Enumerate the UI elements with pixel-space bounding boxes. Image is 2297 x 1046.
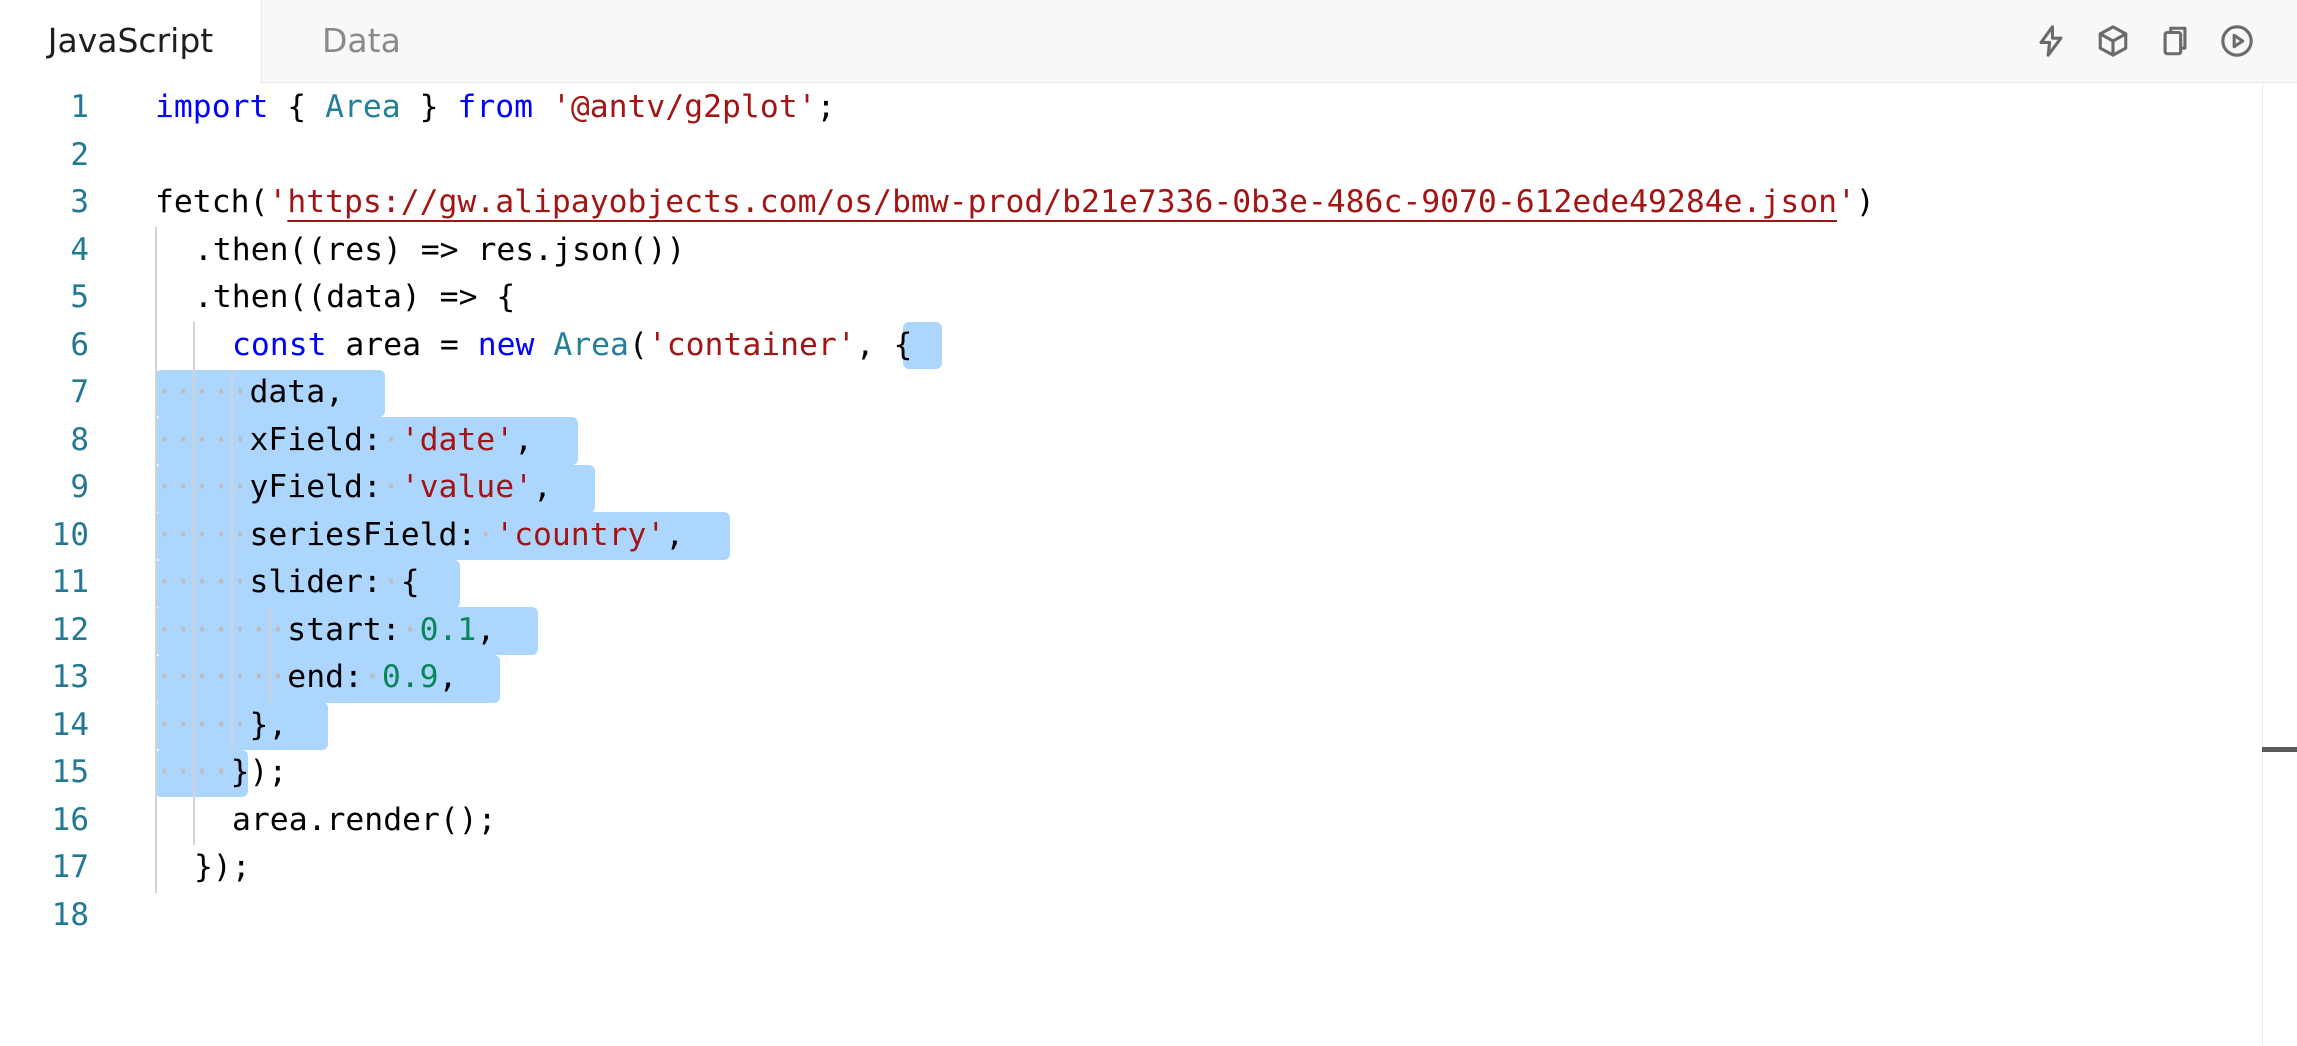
line-number: 17: [51, 849, 89, 885]
minimap-border: [2262, 84, 2263, 1046]
line-number: 8: [70, 421, 89, 458]
code-line: ·······end:·0.9,: [155, 659, 458, 695]
toolbar-actions: [2031, 18, 2257, 64]
line-number: 9: [70, 469, 89, 505]
editor-tab-bar: JavaScript Data: [0, 0, 2297, 84]
code-line: ·······start:·0.1,: [155, 611, 496, 648]
tab-javascript[interactable]: JavaScript: [0, 0, 262, 84]
line-number: 18: [51, 896, 89, 933]
scrollbar-marker[interactable]: [2262, 747, 2297, 752]
line-number: 2: [70, 136, 89, 173]
line-number: 10: [51, 516, 89, 553]
code-line: });: [194, 849, 251, 885]
line-number: 12: [51, 611, 89, 648]
line-number: 3: [70, 184, 89, 220]
play-icon[interactable]: [2217, 18, 2257, 64]
code-line: .then((res) => res.json()): [194, 231, 686, 268]
code-line: ····});: [155, 754, 288, 790]
tab-data[interactable]: Data: [322, 0, 401, 83]
url-link[interactable]: https://gw.alipayobjects.com/os/bmw-prod…: [287, 184, 1837, 220]
code-line: area.render();: [232, 801, 497, 838]
line-number: 16: [51, 801, 89, 838]
code-line: .then((data) => {: [194, 279, 516, 315]
line-number: 13: [51, 659, 89, 695]
code-line: const area = new Area('container', {: [232, 326, 913, 363]
line-number: 14: [51, 706, 89, 743]
code-line: ·····xField:·'date',: [155, 421, 534, 458]
copy-icon[interactable]: [2155, 18, 2195, 64]
code-line: ·····yField:·'value',: [155, 469, 552, 505]
code-editor[interactable]: 1 2 3 4 5 6 7 8 9 10 11 12 13 14 15 16 1…: [0, 84, 2297, 1046]
line-number: 7: [70, 374, 89, 410]
code-line: fetch('https://gw.alipayobjects.com/os/b…: [155, 184, 1875, 220]
code-line: ·····},: [155, 706, 288, 743]
line-number: 5: [70, 279, 89, 315]
line-number: 15: [51, 754, 89, 790]
lightning-icon[interactable]: [2031, 18, 2071, 64]
line-number: 1: [70, 89, 89, 125]
code-line: ·····data,: [155, 374, 344, 410]
line-number: 4: [70, 231, 89, 268]
line-number: 11: [51, 564, 89, 600]
line-number: 6: [70, 326, 89, 363]
code-line: ·····slider:·{: [155, 564, 420, 600]
code-line: ·····seriesField:·'country',: [155, 516, 685, 553]
cube-icon[interactable]: [2093, 18, 2133, 64]
code-line: import { Area } from '@antv/g2plot';: [155, 89, 836, 125]
